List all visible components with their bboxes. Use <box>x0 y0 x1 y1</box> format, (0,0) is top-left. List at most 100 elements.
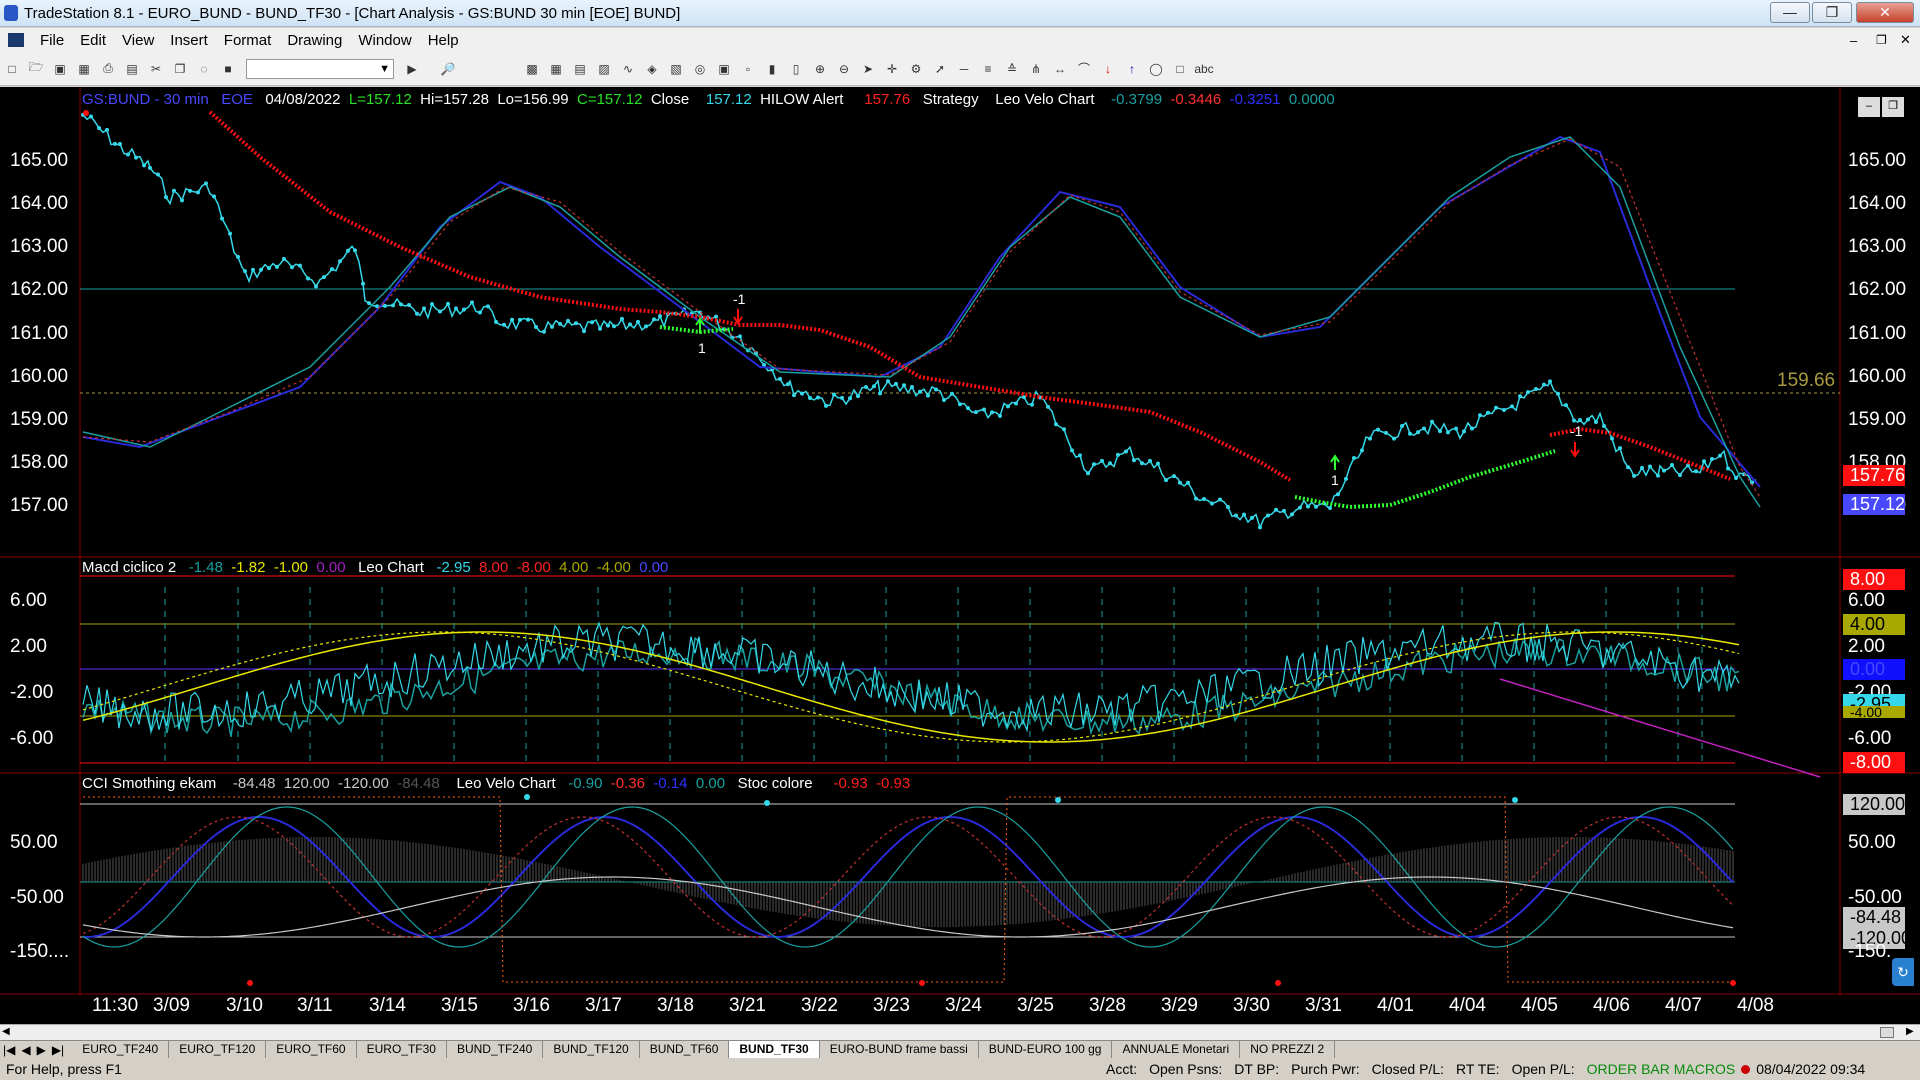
text-icon[interactable]: abc <box>1194 59 1214 79</box>
up-arrow-icon[interactable]: ↑ <box>1122 59 1142 79</box>
pitchfork-icon[interactable]: ⋔ <box>1026 59 1046 79</box>
price-dot <box>1626 465 1630 470</box>
tab-bund-euro-100[interactable]: BUND-EURO 100 gg <box>979 1040 1113 1059</box>
tab-nav-prev-icon[interactable]: ◀ <box>18 1043 33 1057</box>
price-axis-right-1: 164.00 <box>1848 193 1907 214</box>
tab-bund-tf60[interactable]: BUND_TF60 <box>640 1040 730 1059</box>
symbol-combo[interactable]: ▼ <box>246 58 394 79</box>
pane-restore-button[interactable]: ❐ <box>1882 97 1904 117</box>
chart-icon[interactable]: ▩ <box>522 59 542 79</box>
price-dot <box>196 190 200 195</box>
settings-icon[interactable]: ⚙ <box>906 59 926 79</box>
strategy-icon[interactable]: ◈ <box>642 59 662 79</box>
minimize-button[interactable]: — <box>1770 2 1810 23</box>
price-dot <box>1328 505 1332 510</box>
price-dot <box>502 322 506 327</box>
scroll-thumb[interactable] <box>1880 1027 1894 1038</box>
price-dot <box>652 317 656 322</box>
tab-no-prezzi-2[interactable]: NO PREZZI 2 <box>1240 1040 1336 1059</box>
tab-euro-tf120[interactable]: EURO_TF120 <box>169 1040 267 1059</box>
menu-help[interactable]: Help <box>420 32 467 49</box>
tab-euro-tf240[interactable]: EURO_TF240 <box>72 1040 170 1059</box>
price-dot <box>1376 427 1380 432</box>
tab-bund-tf120[interactable]: BUND_TF120 <box>543 1040 640 1059</box>
tools-icon[interactable]: ■ <box>218 59 238 79</box>
down-arrow-icon[interactable]: ↓ <box>1098 59 1118 79</box>
scroll-left-icon[interactable]: ◀ <box>2 1026 10 1037</box>
tab-bund-tf240[interactable]: BUND_TF240 <box>447 1040 544 1059</box>
candle-icon[interactable]: ▯ <box>786 59 806 79</box>
price-dot <box>1462 429 1466 434</box>
tab-euro-tf60[interactable]: EURO_TF60 <box>266 1040 357 1059</box>
menu-insert[interactable]: Insert <box>162 32 216 49</box>
cci-axis-left-1: -50.00 <box>10 887 64 908</box>
status-rtte: RT TE: <box>1456 1061 1500 1077</box>
price-dot <box>220 216 224 221</box>
menu-edit[interactable]: Edit <box>72 32 114 49</box>
menu-drawing[interactable]: Drawing <box>279 32 350 49</box>
open-icon[interactable]: 🗁 <box>26 59 46 79</box>
save-all-icon[interactable]: ▦ <box>74 59 94 79</box>
orders-icon[interactable]: ▫ <box>738 59 758 79</box>
status-macros[interactable]: ORDER BAR MACROS <box>1581 1061 1742 1077</box>
cut-icon[interactable]: ✂ <box>146 59 166 79</box>
price-dot <box>1422 426 1426 431</box>
tab-euro-tf30[interactable]: EURO_TF30 <box>357 1040 447 1059</box>
tab-annuale-monetari[interactable]: ANNUALE Monetari <box>1112 1040 1241 1059</box>
radar-icon[interactable]: ◎ <box>690 59 710 79</box>
arc-icon[interactable]: ⌒ <box>1074 59 1094 79</box>
cci-axis-left-0: 50.00 <box>10 832 58 853</box>
price-dot <box>1242 512 1246 517</box>
save-icon[interactable]: ▣ <box>50 59 70 79</box>
tab-euro-bund-frame[interactable]: EURO-BUND frame bassi <box>820 1040 979 1059</box>
hline-icon[interactable]: ─ <box>954 59 974 79</box>
pointer-icon[interactable]: ➤ <box>858 59 878 79</box>
print-preview-icon[interactable]: ▤ <box>122 59 142 79</box>
arrow-right-icon[interactable]: ▶ <box>402 59 422 79</box>
zoom-in-icon[interactable]: ⊕ <box>810 59 830 79</box>
tab-nav-next-icon[interactable]: ▶ <box>34 1043 49 1057</box>
rectangle-icon[interactable]: □ <box>1170 59 1190 79</box>
arrow-lr-icon[interactable]: ↔ <box>1050 59 1070 79</box>
mdi-restore-button[interactable]: ❐ <box>1876 33 1887 47</box>
trendline-icon[interactable]: ➚ <box>930 59 950 79</box>
scanner-icon[interactable]: ▨ <box>594 59 614 79</box>
news-icon[interactable]: ▣ <box>714 59 734 79</box>
print-icon[interactable]: ⎙ <box>98 59 118 79</box>
close-button[interactable]: ✕ <box>1856 2 1914 23</box>
crosshair-icon[interactable]: ✛ <box>882 59 902 79</box>
table-icon[interactable]: ▤ <box>570 59 590 79</box>
mdi-close-button[interactable]: ✕ <box>1900 32 1911 48</box>
find-icon[interactable]: 🔎 <box>438 59 458 79</box>
chart-area[interactable]: GS:BUND - 30 min EOE 04/08/2022 L=157.12… <box>0 87 1920 1024</box>
lock-icon[interactable]: ◌ <box>194 59 214 79</box>
price-dot <box>282 256 286 261</box>
copy-icon[interactable]: ❐ <box>170 59 190 79</box>
zoom-out-icon[interactable]: ⊖ <box>834 59 854 79</box>
ellipse-icon[interactable]: ◯ <box>1146 59 1166 79</box>
indicator-icon[interactable]: ∿ <box>618 59 638 79</box>
scroll-nav-icon[interactable]: ↻ <box>1892 958 1914 986</box>
new-icon[interactable]: □ <box>2 59 22 79</box>
menu-file[interactable]: File <box>32 32 72 49</box>
pane-minimize-button[interactable]: – <box>1858 97 1880 117</box>
price-dot <box>534 325 538 330</box>
tab-nav-first-icon[interactable]: |◀ <box>0 1043 18 1057</box>
macd-axis-left-1: 2.00 <box>10 636 47 657</box>
menu-format[interactable]: Format <box>216 32 280 49</box>
fib-icon[interactable]: ≡ <box>978 59 998 79</box>
menu-window[interactable]: Window <box>350 32 419 49</box>
price-dot <box>1454 426 1458 431</box>
grid-icon[interactable]: ▦ <box>546 59 566 79</box>
tab-nav-last-icon[interactable]: ▶| <box>49 1043 72 1057</box>
tab-bund-tf30[interactable]: BUND_TF30 <box>729 1040 820 1059</box>
maximize-button[interactable]: ❐ <box>1812 2 1852 23</box>
horizontal-scrollbar[interactable]: ◀ ▶ <box>0 1024 1920 1040</box>
mdi-minimize-button[interactable]: – <box>1850 33 1857 48</box>
price-dot <box>228 231 232 236</box>
scroll-right-icon[interactable]: ▶ <box>1906 1026 1914 1037</box>
matrix-icon[interactable]: ▧ <box>666 59 686 79</box>
menu-view[interactable]: View <box>114 32 162 49</box>
channel-icon[interactable]: ≙ <box>1002 59 1022 79</box>
bars-icon[interactable]: ▮ <box>762 59 782 79</box>
